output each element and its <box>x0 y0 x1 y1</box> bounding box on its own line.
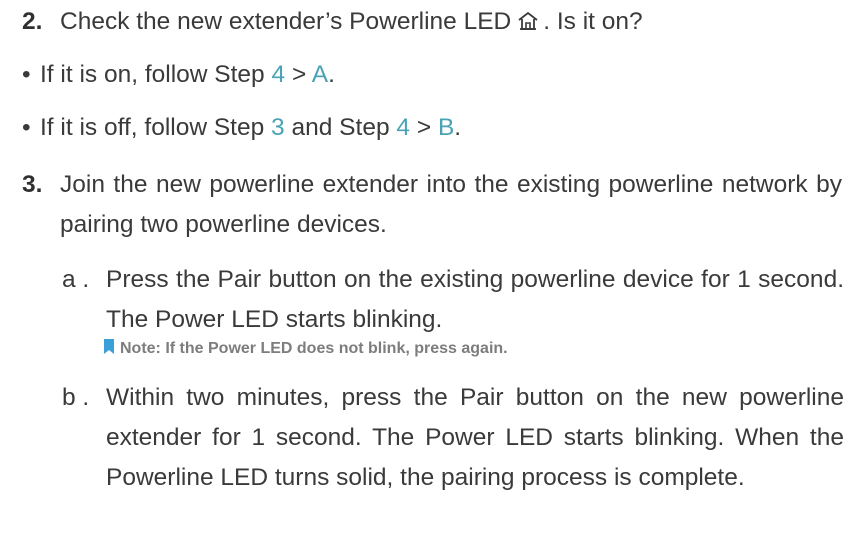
step-b-link[interactable]: B <box>438 114 454 141</box>
home-icon <box>517 4 539 30</box>
step-2-text-after: . Is it on? <box>543 8 643 35</box>
period: . <box>454 114 462 141</box>
instruction-page: 2. Check the new extender’s Powerline LE… <box>0 0 859 541</box>
substep-b-label: b . <box>62 384 90 411</box>
step-2-number: 2. <box>22 8 43 35</box>
step-2-text: Check the new extender’s Powerline LED . … <box>60 2 643 42</box>
bookmark-icon <box>104 339 114 354</box>
step-4-link[interactable]: 4 <box>396 114 410 141</box>
bullet-mark: • <box>22 114 31 141</box>
step-4-link[interactable]: 4 <box>272 61 286 88</box>
step-a-link[interactable]: A <box>312 61 328 88</box>
bullet-text: If it is on, follow Step <box>40 61 272 88</box>
step-2-text-before: Check the new extender’s Powerline LED <box>60 8 512 35</box>
substep-a-text: Press the Pair button on the existing po… <box>106 266 844 333</box>
list-item: • If it is on, follow Step 4 > A. <box>22 55 335 95</box>
period: . <box>328 61 335 88</box>
step-3-text: Join the new powerline extender into the… <box>60 171 842 238</box>
note-text: Note: If the Power LED does not blink, p… <box>120 340 508 357</box>
step-3-link[interactable]: 3 <box>271 114 285 141</box>
bullet-mark: • <box>22 61 31 88</box>
substep-a-label: a . <box>62 266 90 293</box>
bullet-text-mid: and Step <box>284 114 397 141</box>
step-3-number: 3. <box>22 171 43 198</box>
separator: > <box>410 114 438 141</box>
list-item: • If it is off, follow Step 3 and Step 4 … <box>22 108 461 148</box>
separator: > <box>285 61 312 88</box>
bullet-text: If it is off, follow Step <box>40 114 272 141</box>
substep-b-text: Within two minutes, press the Pair butto… <box>106 384 844 491</box>
note: Note: If the Power LED does not blink, p… <box>104 338 508 360</box>
